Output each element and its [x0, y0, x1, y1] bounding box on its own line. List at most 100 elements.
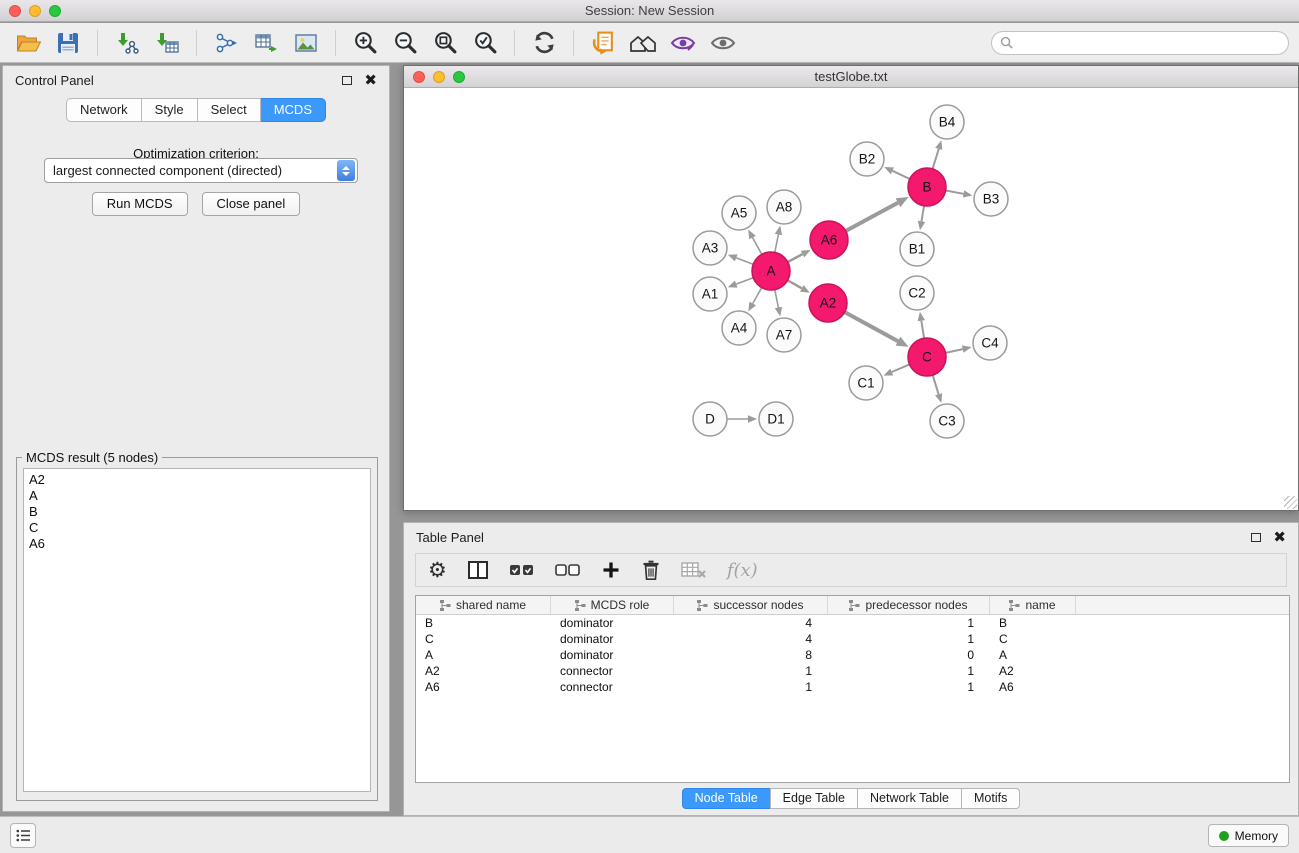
graph-edge-C-C3[interactable]: [933, 375, 939, 394]
show-columns-button[interactable]: [467, 556, 489, 584]
graph-edge-C-C4[interactable]: [946, 349, 963, 353]
graph-node-A4[interactable]: A4: [722, 311, 756, 345]
graph-edge-A-A5[interactable]: [753, 238, 762, 255]
run-mcds-button[interactable]: Run MCDS: [92, 192, 188, 216]
table-cell[interactable]: connector: [551, 663, 674, 679]
graph-edge-B-B4[interactable]: [933, 149, 939, 169]
graph-edge-A-A8[interactable]: [775, 234, 779, 252]
table-cell[interactable]: A2: [416, 663, 551, 679]
tab-style[interactable]: Style: [142, 98, 198, 122]
tab-node-table[interactable]: Node Table: [682, 788, 771, 809]
table-row[interactable]: Adominator80A: [416, 647, 1289, 663]
memory-button[interactable]: Memory: [1208, 824, 1289, 847]
tab-network[interactable]: Network: [66, 98, 142, 122]
open-session-button[interactable]: [10, 26, 46, 60]
task-history-button[interactable]: [10, 823, 36, 848]
search-input[interactable]: [1019, 36, 1280, 50]
graph-edge-A6-B[interactable]: [846, 203, 898, 231]
select-all-button[interactable]: [509, 556, 535, 584]
graph-node-A3[interactable]: A3: [693, 231, 727, 265]
graph-edge-A-A4[interactable]: [753, 288, 762, 304]
table-cell[interactable]: 1: [828, 615, 990, 631]
column-header-predecessor-nodes[interactable]: predecessor nodes: [828, 596, 990, 614]
home-button[interactable]: [625, 26, 661, 60]
zoom-window-button[interactable]: [49, 5, 61, 17]
table-cell[interactable]: 8: [674, 647, 828, 663]
network-close-button[interactable]: [413, 71, 425, 83]
table-row[interactable]: Bdominator41B: [416, 615, 1289, 631]
float-table-panel-icon[interactable]: [1251, 533, 1261, 542]
graph-node-A2[interactable]: A2: [809, 284, 847, 322]
table-cell[interactable]: 1: [674, 679, 828, 695]
resize-grip-icon[interactable]: [1284, 496, 1297, 509]
network-canvas[interactable]: B4B2BB3A5A8A6B1A3AC2A1A2A4A7C4CC1C3DD1: [404, 89, 1298, 510]
column-header-MCDS-role[interactable]: MCDS role: [551, 596, 674, 614]
tab-network-table[interactable]: Network Table: [857, 788, 962, 809]
graph-node-B4[interactable]: B4: [930, 105, 964, 139]
graph-edge-A-A6[interactable]: [788, 254, 803, 262]
table-cell[interactable]: A6: [416, 679, 551, 695]
graph-edge-A2-C[interactable]: [845, 312, 898, 341]
mcds-result-item[interactable]: B: [29, 504, 365, 520]
table-cell[interactable]: 4: [674, 631, 828, 647]
table-cell[interactable]: A: [990, 647, 1076, 663]
table-cell[interactable]: A2: [990, 663, 1076, 679]
table-cell[interactable]: dominator: [551, 615, 674, 631]
delete-table-button[interactable]: [681, 556, 707, 584]
graph-edge-C-C2[interactable]: [921, 321, 924, 339]
export-network-button[interactable]: [208, 26, 244, 60]
import-table-button[interactable]: [149, 26, 185, 60]
table-cell[interactable]: dominator: [551, 631, 674, 647]
table-cell[interactable]: dominator: [551, 647, 674, 663]
graph-node-D1[interactable]: D1: [759, 402, 793, 436]
graph-edge-A-A2[interactable]: [788, 280, 802, 288]
table-cell[interactable]: 1: [674, 663, 828, 679]
table-settings-button[interactable]: ⚙: [428, 556, 447, 584]
graph-node-A1[interactable]: A1: [693, 277, 727, 311]
table-row[interactable]: A6connector11A6: [416, 679, 1289, 695]
table-cell[interactable]: 1: [828, 631, 990, 647]
style-preview-button[interactable]: [665, 26, 701, 60]
graph-node-A6[interactable]: A6: [810, 221, 848, 259]
graph-node-C4[interactable]: C4: [973, 326, 1007, 360]
table-cell[interactable]: 4: [674, 615, 828, 631]
criterion-select[interactable]: largest connected component (directed): [44, 158, 358, 183]
save-session-button[interactable]: [50, 26, 86, 60]
graph-node-B2[interactable]: B2: [850, 142, 884, 176]
table-cell[interactable]: A6: [990, 679, 1076, 695]
zoom-out-button[interactable]: [387, 26, 423, 60]
table-cell[interactable]: 0: [828, 647, 990, 663]
table-cell[interactable]: 1: [828, 679, 990, 695]
minimize-window-button[interactable]: [29, 5, 41, 17]
delete-column-button[interactable]: [641, 556, 661, 584]
export-table-button[interactable]: [248, 26, 284, 60]
graph-node-B[interactable]: B: [908, 168, 946, 206]
function-builder-button[interactable]: f(x): [727, 556, 758, 584]
table-cell[interactable]: 1: [828, 663, 990, 679]
table-cell[interactable]: C: [416, 631, 551, 647]
network-zoom-button[interactable]: [453, 71, 465, 83]
table-cell[interactable]: B: [990, 615, 1076, 631]
export-image-button[interactable]: [288, 26, 324, 60]
zoom-in-button[interactable]: [347, 26, 383, 60]
column-header-successor-nodes[interactable]: successor nodes: [674, 596, 828, 614]
graph-node-A7[interactable]: A7: [767, 318, 801, 352]
tab-motifs[interactable]: Motifs: [961, 788, 1020, 809]
zoom-selected-button[interactable]: [467, 26, 503, 60]
graph-node-D[interactable]: D: [693, 402, 727, 436]
column-header-name[interactable]: name: [990, 596, 1076, 614]
graph-node-A8[interactable]: A8: [767, 190, 801, 224]
add-column-button[interactable]: [601, 556, 621, 584]
close-panel-icon[interactable]: ✖: [364, 73, 377, 88]
mcds-result-item[interactable]: A2: [29, 472, 365, 488]
graph-edge-B-B3[interactable]: [946, 191, 964, 194]
graph-edge-A-A1[interactable]: [736, 278, 753, 284]
graph-edge-A-A7[interactable]: [775, 290, 779, 308]
mcds-result-item[interactable]: A: [29, 488, 365, 504]
graph-node-C2[interactable]: C2: [900, 276, 934, 310]
mcds-result-item[interactable]: A6: [29, 536, 365, 552]
session-document-button[interactable]: [585, 26, 621, 60]
column-header-shared-name[interactable]: shared name: [416, 596, 551, 614]
graph-node-C[interactable]: C: [908, 338, 946, 376]
table-cell[interactable]: connector: [551, 679, 674, 695]
